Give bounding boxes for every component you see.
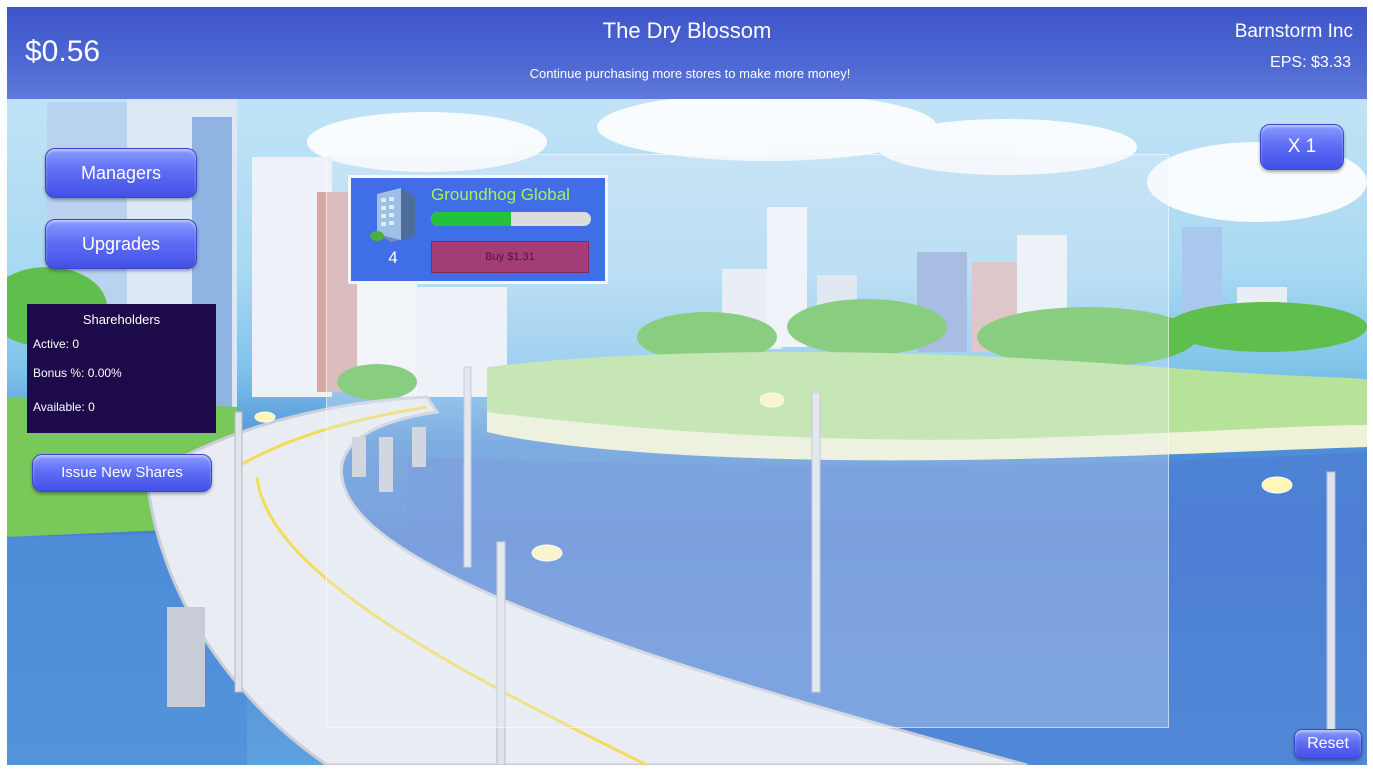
shareholders-available: Available: 0 xyxy=(33,400,95,414)
store-title: The Dry Blossom xyxy=(602,18,772,43)
hint-text: Continue purchasing more stores to make … xyxy=(529,66,851,81)
reset-button[interactable]: Reset xyxy=(1294,729,1362,759)
shareholders-bonus: Bonus %: 0.00% xyxy=(33,366,122,380)
store-buy-button[interactable]: Buy $1.31 xyxy=(431,241,589,273)
managers-button[interactable]: Managers xyxy=(45,148,197,198)
buy-multiplier-button[interactable]: X 1 xyxy=(1260,124,1344,170)
shareholders-panel: Shareholders Active: 0 Bonus %: 0.00% Av… xyxy=(27,304,216,433)
upgrades-button[interactable]: Upgrades xyxy=(45,219,197,269)
store-count: 4 xyxy=(388,248,398,267)
office-building-icon xyxy=(370,188,415,242)
shareholders-active: Active: 0 xyxy=(33,337,80,351)
company-name: Barnstorm Inc xyxy=(1234,21,1353,42)
eps-display: EPS: $3.33 xyxy=(1270,54,1351,71)
issue-new-shares-button[interactable]: Issue New Shares xyxy=(32,454,212,492)
top-bar: $0.56 The Dry Blossom Continue purchasin… xyxy=(7,7,1367,99)
shareholders-title: Shareholders xyxy=(82,312,161,327)
game-viewport: $0.56 The Dry Blossom Continue purchasin… xyxy=(7,7,1367,765)
store-progress-bar xyxy=(431,212,591,226)
store-name: Groundhog Global xyxy=(431,185,570,204)
store-card: 4 Groundhog Global Buy $1.31 xyxy=(348,175,608,284)
store-progress-fill xyxy=(431,212,511,226)
